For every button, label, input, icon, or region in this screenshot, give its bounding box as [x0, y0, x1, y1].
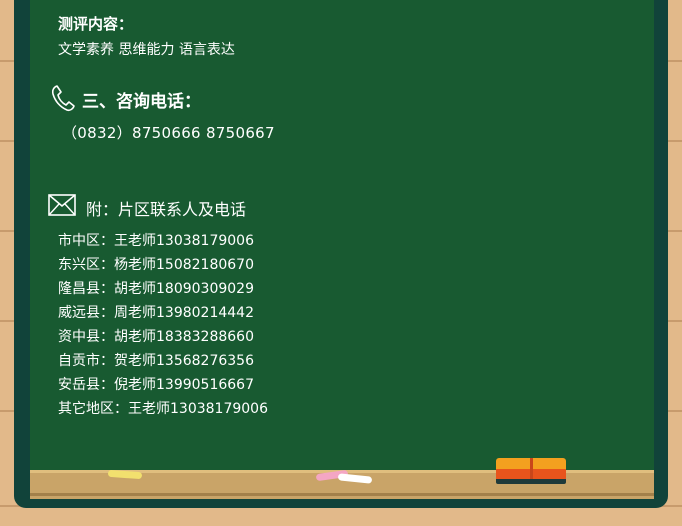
- contact-item: 市中区：王老师13038179006: [58, 233, 254, 249]
- appendix-heading: 附：片区联系人及电话: [86, 200, 247, 219]
- contact-item: 资中县：胡老师18383288660: [58, 329, 254, 345]
- contact-item: 自贡市：贺老师13568276356: [58, 353, 254, 369]
- contact-item: 隆昌县：胡老师18090309029: [58, 281, 254, 297]
- contact-item: 威远县：周老师13980214442: [58, 305, 254, 321]
- contact-item: 其它地区：王老师13038179006: [58, 401, 268, 417]
- chalk-tray-edge: [30, 493, 654, 496]
- evaluation-heading: 测评内容：: [58, 15, 134, 33]
- contact-list: 市中区：王老师13038179006 东兴区：杨老师15082180670 隆昌…: [58, 231, 268, 423]
- contact-item: 安岳县：倪老师13990516667: [58, 377, 254, 393]
- envelope-icon: [48, 194, 76, 216]
- consult-phone-numbers[interactable]: （0832）8750666 8750667: [62, 122, 275, 143]
- consult-heading: 三、咨询电话：: [82, 92, 201, 112]
- evaluation-content: 文学素养 思维能力 语言表达: [58, 42, 235, 58]
- phone-handset-icon: [51, 85, 75, 112]
- contact-item: 东兴区：杨老师15082180670: [58, 257, 254, 273]
